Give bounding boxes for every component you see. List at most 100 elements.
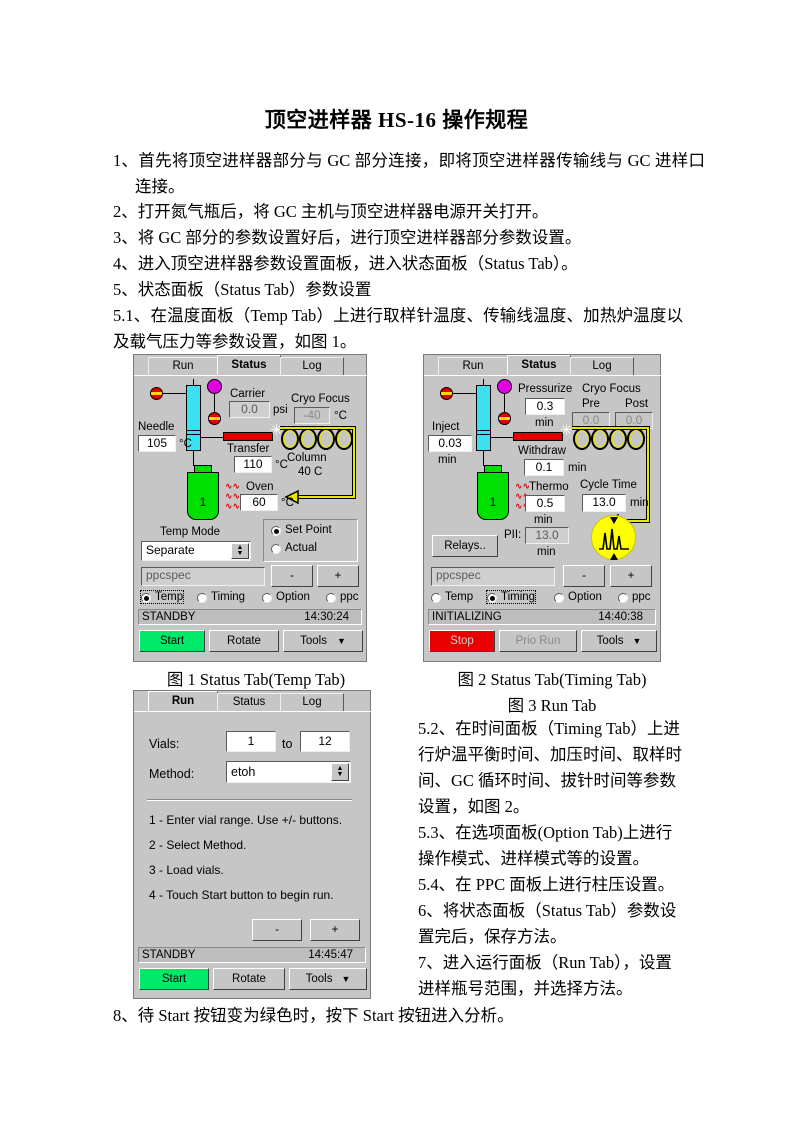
param-tab-timing[interactable]: Timing <box>197 591 245 603</box>
method-value: etoh <box>231 765 256 779</box>
status-time: 14:45:47 <box>308 949 353 961</box>
withdraw-time-field[interactable]: 0.1 <box>524 459 564 476</box>
tab-run[interactable]: Run <box>148 357 218 376</box>
valve-icon-left <box>150 387 163 400</box>
tab-status[interactable]: Status <box>507 355 571 376</box>
thermo-label: Thermo <box>529 481 569 493</box>
paragraph-3: 3、将 GC 部分的参数设置好后，进行顶空进样器部分参数设置。 <box>113 228 582 247</box>
tab-underline <box>134 375 368 376</box>
transfer-label: Transfer <box>227 443 270 455</box>
temp-mode-select[interactable]: Separate ▲ ▼ <box>141 541 251 561</box>
stop-button[interactable]: Stop <box>429 630 495 652</box>
param-tab-option[interactable]: Option <box>554 591 602 603</box>
pii-unit: min <box>537 546 556 558</box>
tab-log[interactable]: Log <box>570 357 634 376</box>
minus-button[interactable]: - <box>252 919 302 941</box>
tools-button[interactable]: Tools ▼ <box>581 630 657 652</box>
cryo-focus-field[interactable]: -40 <box>294 407 330 424</box>
method-select[interactable]: etoh ▲ ▼ <box>226 761 351 783</box>
param-tab-ppc[interactable]: ppc <box>326 591 359 603</box>
chevron-down-icon: ▼ <box>336 636 346 646</box>
cryo-focus-label: Cryo Focus <box>291 393 350 405</box>
minus-button[interactable]: - <box>563 565 605 587</box>
plus-button[interactable]: + <box>610 565 652 587</box>
param-tab-ppc[interactable]: ppc <box>618 591 651 603</box>
column-label: Column <box>287 452 327 464</box>
paragraph-1: 1、首先将顶空进样器部分与 GC 部分连接，即将顶空进样器传输线与 GC 进样口… <box>113 151 705 196</box>
carrier-label: Carrier <box>230 388 266 400</box>
oven-temp-field[interactable]: 60 <box>240 494 278 511</box>
status-state: INITIALIZING <box>432 611 502 623</box>
tools-label: Tools <box>300 635 327 647</box>
plus-button[interactable]: + <box>317 565 359 587</box>
inject-unit: min <box>438 454 457 466</box>
minus-button[interactable]: - <box>271 565 313 587</box>
paragraph-2: 2、打开氮气瓶后，将 GC 主机与顶空进样器电源开关打开。 <box>113 202 549 221</box>
plus-button[interactable]: + <box>310 919 360 941</box>
radio-actual[interactable]: Actual <box>271 542 317 554</box>
tab-log[interactable]: Log <box>280 357 344 376</box>
pressurize-label: Pressurize <box>518 383 573 395</box>
relays-button[interactable]: Relays.. <box>432 535 498 557</box>
vials-from-input[interactable]: 1 <box>226 731 276 752</box>
cryo-post-label: Post <box>625 398 649 410</box>
carrier-unit: psi <box>273 404 288 416</box>
temp-mode-label: Temp Mode <box>160 526 221 538</box>
carrier-pressure-field[interactable]: 0.0 <box>229 401 270 418</box>
tools-label: Tools <box>596 635 624 647</box>
tab-status[interactable]: Status <box>217 693 281 712</box>
tools-label: Tools <box>305 973 333 985</box>
tab-status[interactable]: Status <box>217 355 281 376</box>
tools-button[interactable]: Tools ▼ <box>283 630 363 652</box>
pii-field: 13.0 <box>525 527 569 544</box>
temp-mode-spinner-icon[interactable]: ▲ ▼ <box>231 543 249 559</box>
rotate-button[interactable]: Rotate <box>213 968 285 990</box>
syringe-mark-2 <box>476 434 491 435</box>
start-button[interactable]: Start <box>139 630 205 652</box>
needle-label: Needle <box>138 421 175 433</box>
vials-to-input[interactable]: 12 <box>300 731 350 752</box>
right-paragraph-5-2: 5.2、在时间面板（Timing Tab）上进行炉温平衡时间、加压时间、取样时间… <box>418 719 682 816</box>
tab-run[interactable]: Run <box>438 357 508 376</box>
tab-log[interactable]: Log <box>280 693 344 712</box>
chevron-down-icon: ▼ <box>632 636 642 646</box>
tab-underline <box>134 711 372 712</box>
param-tab-timing[interactable]: Timing <box>485 590 537 604</box>
needle-temp-field[interactable]: 105 <box>138 435 176 452</box>
inject-label: Inject <box>432 421 460 433</box>
final-paragraph: 8、待 Start 按钮变为绿色时，按下 Start 按钮进入分析。 <box>113 1006 514 1025</box>
paragraph-5: 5、状态面板（Status Tab）参数设置 <box>113 280 372 299</box>
start-button[interactable]: Start <box>139 968 209 990</box>
tools-button[interactable]: Tools ▼ <box>289 968 367 990</box>
divider <box>147 799 352 801</box>
column-value: 40 C <box>298 466 323 478</box>
valve-icon-lower <box>208 412 221 425</box>
prio-run-button[interactable]: Prio Run <box>499 630 577 652</box>
param-tab-option[interactable]: Option <box>262 591 310 603</box>
transfer-temp-field[interactable]: 110 <box>234 456 272 473</box>
figure2-panel: Run Status Log Inject 0.03 min Pressuriz… <box>423 354 662 662</box>
thermo-time-field[interactable]: 0.5 <box>525 495 565 512</box>
cryo-focus-unit: °C <box>334 410 347 422</box>
instruction-2: 2 - Select Method. <box>149 838 247 852</box>
method-spinner-icon[interactable]: ▲ ▼ <box>331 763 349 781</box>
cycle-time-field[interactable]: 13.0 <box>582 494 626 512</box>
rotate-button[interactable]: Rotate <box>209 630 279 652</box>
inject-time-field[interactable]: 0.03 <box>428 435 472 452</box>
param-tab-temp[interactable]: Temp <box>431 591 473 603</box>
page-title: 顶空进样器 HS-16 操作规程 <box>264 108 529 132</box>
instruction-1: 1 - Enter vial range. Use +/- buttons. <box>149 813 343 827</box>
radio-set-point[interactable]: Set Point <box>271 524 332 536</box>
tab-run[interactable]: Run <box>148 691 218 712</box>
param-tab-temp[interactable]: Temp <box>139 590 185 604</box>
transfer-line-graphic <box>513 432 563 441</box>
pressurize-time-field[interactable]: 0.3 <box>525 398 565 415</box>
method-name-field[interactable]: ppcspec <box>141 567 265 586</box>
heater-icon-1: ∿∿ <box>515 481 531 491</box>
syringe-mark-1 <box>476 430 491 431</box>
transfer-unit: °C <box>275 459 288 471</box>
figure3-caption: 图 3 Run Tab <box>507 696 597 715</box>
figure3-panel: Run Status Log Vials: 1 to 12 Method: et… <box>133 690 372 999</box>
method-name-field[interactable]: ppcspec <box>431 567 555 586</box>
status-bar: STANDBY 14:45:47 <box>138 947 366 963</box>
